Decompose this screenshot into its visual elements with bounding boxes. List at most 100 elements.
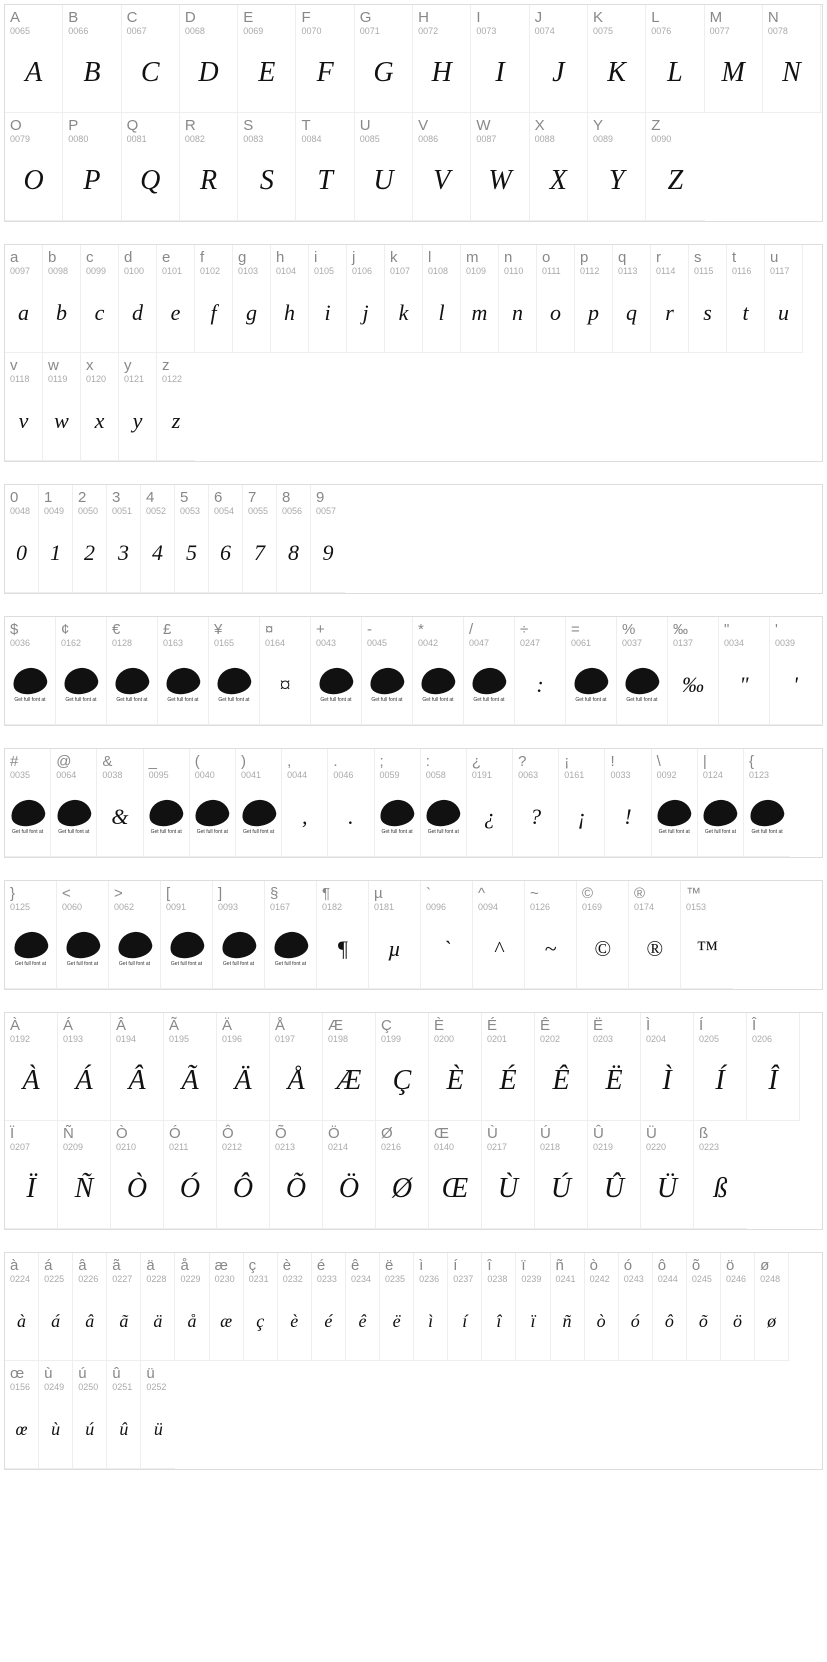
cell-char-label: $ xyxy=(10,622,50,637)
cell-glyph: Ñ xyxy=(58,1154,110,1228)
cell-glyph: Get full font at xyxy=(5,914,56,988)
cell-glyph: Â xyxy=(111,1046,163,1120)
cell-header: F0070 xyxy=(296,5,353,38)
cell-glyph: Æ xyxy=(323,1046,375,1120)
logo-icon xyxy=(116,929,154,961)
cell-glyph: v xyxy=(5,386,42,460)
cell-char-label: ú xyxy=(78,1366,101,1381)
cell-header: "0034 xyxy=(719,617,769,650)
cell-charcode: 0085 xyxy=(360,134,407,144)
cell-char-label: G xyxy=(360,10,407,25)
cell-char-label: £ xyxy=(163,622,203,637)
cell-char-label: û xyxy=(112,1366,135,1381)
cell-glyph: M xyxy=(705,38,762,112)
cell-glyph: Get full font at xyxy=(5,782,50,856)
glyph-cell: H0072H xyxy=(413,5,471,113)
cell-glyph: c xyxy=(81,278,118,352)
cell-glyph: ? xyxy=(513,782,558,856)
glyph-cell: î0238î xyxy=(482,1253,516,1361)
cell-header: à0224 xyxy=(5,1253,38,1286)
cell-char-label: ä xyxy=(146,1258,169,1273)
cell-charcode: 0202 xyxy=(540,1034,582,1044)
cell-glyph: 6 xyxy=(209,518,242,592)
cell-charcode: 0229 xyxy=(180,1274,203,1284)
cell-charcode: 0080 xyxy=(68,134,115,144)
cell-glyph: Get full font at xyxy=(413,650,463,724)
cell-charcode: 0140 xyxy=(434,1142,476,1152)
logo-icon xyxy=(193,797,231,829)
cell-char-label: e xyxy=(162,250,189,265)
cell-header: -0045 xyxy=(362,617,412,650)
cell-char-label: ‰ xyxy=(673,622,713,637)
cell-char-label: ñ xyxy=(556,1258,579,1273)
cell-char-label: Ò xyxy=(116,1126,158,1141)
cell-char-label: ! xyxy=(610,754,645,769)
cell-char-label: t xyxy=(732,250,759,265)
cell-header: å0229 xyxy=(175,1253,208,1286)
cell-char-label: ø xyxy=(760,1258,783,1273)
cell-glyph: i xyxy=(309,278,346,352)
cell-char-label: Å xyxy=(275,1018,317,1033)
placeholder-logo: Get full font at xyxy=(11,800,45,835)
cell-char-label: A xyxy=(10,10,57,25)
glyph-cell: Á0193Á xyxy=(58,1013,111,1121)
cell-charcode: 0123 xyxy=(749,770,785,780)
cell-glyph: D xyxy=(180,38,237,112)
cell-glyph: Get full font at xyxy=(698,782,743,856)
cell-header: _0095 xyxy=(144,749,189,782)
cell-char-label: É xyxy=(487,1018,529,1033)
cell-charcode: 0113 xyxy=(618,266,645,276)
cell-char-label: \ xyxy=(657,754,692,769)
cell-char-label: ¿ xyxy=(472,754,507,769)
cell-header: ?0063 xyxy=(513,749,558,782)
cell-char-label: î xyxy=(487,1258,510,1273)
glyph-cell: `0096` xyxy=(421,881,473,989)
glyph-cell: 000480 xyxy=(5,485,39,593)
cell-char-label: 3 xyxy=(112,490,135,505)
glyph-cell: /0047Get full font at xyxy=(464,617,515,725)
cell-header: l0108 xyxy=(423,245,460,278)
cell-header: r0114 xyxy=(651,245,688,278)
cell-header: P0080 xyxy=(63,113,120,146)
charmap-section-lowercase: a0097ab0098bc0099cd0100de0101ef0102fg010… xyxy=(4,244,823,462)
cell-charcode: 0108 xyxy=(428,266,455,276)
cell-header: Ã0195 xyxy=(164,1013,216,1046)
cell-char-label: 2 xyxy=(78,490,101,505)
cell-header: õ0245 xyxy=(687,1253,720,1286)
glyph-cell: Â0194Â xyxy=(111,1013,164,1121)
glyph-cell: à0224à xyxy=(5,1253,39,1361)
cell-charcode: 0193 xyxy=(63,1034,105,1044)
cell-header: ™0153 xyxy=(681,881,733,914)
placeholder-logo: Get full font at xyxy=(166,668,200,703)
cell-glyph: o xyxy=(537,278,574,352)
cell-glyph: b xyxy=(43,278,80,352)
cell-header: æ0230 xyxy=(210,1253,243,1286)
cell-char-label: - xyxy=(367,622,407,637)
cell-header: %0037 xyxy=(617,617,667,650)
logo-icon xyxy=(113,665,151,697)
cell-charcode: 0094 xyxy=(478,902,519,912)
glyph-cell: r0114r xyxy=(651,245,689,353)
cell-header: ;0059 xyxy=(375,749,420,782)
cell-header: f0102 xyxy=(195,245,232,278)
cell-header: Ö0214 xyxy=(323,1121,375,1154)
cell-glyph: , xyxy=(282,782,327,856)
cell-glyph: t xyxy=(727,278,764,352)
cell-header: '0039 xyxy=(770,617,821,650)
glyph-cell: e0101e xyxy=(157,245,195,353)
cell-header: p0112 xyxy=(575,245,612,278)
glyph-cell: g0103g xyxy=(233,245,271,353)
cell-glyph: Get full font at xyxy=(56,650,106,724)
cell-glyph: ó xyxy=(619,1286,652,1360)
glyph-cell: +0043Get full font at xyxy=(311,617,362,725)
cell-glyph: P xyxy=(63,146,120,220)
cell-char-label: = xyxy=(571,622,611,637)
cell-header: Ô0212 xyxy=(217,1121,269,1154)
glyph-cell: ~0126~ xyxy=(525,881,577,989)
cell-header: Á0193 xyxy=(58,1013,110,1046)
cell-glyph: ™ xyxy=(681,914,733,988)
cell-header: {0123 xyxy=(744,749,790,782)
cell-header: Ì0204 xyxy=(641,1013,693,1046)
placeholder-logo: Get full font at xyxy=(319,668,353,703)
cell-charcode: 0195 xyxy=(169,1034,211,1044)
